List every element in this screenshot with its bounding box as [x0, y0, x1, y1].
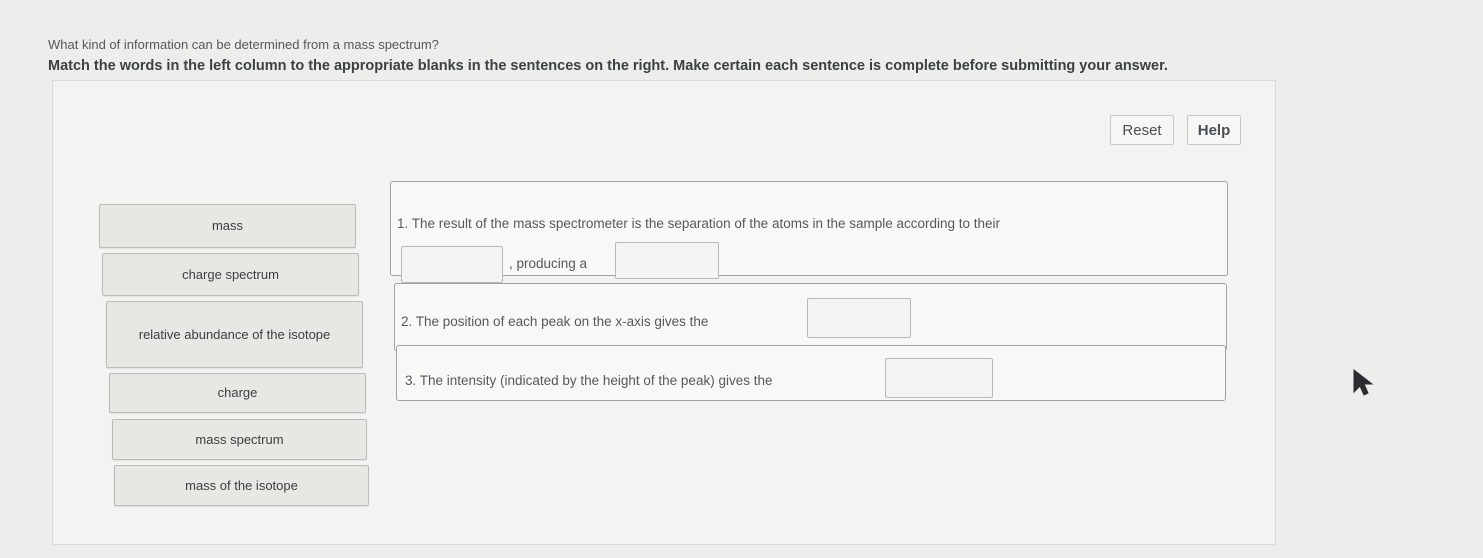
sentence-2-blank[interactable] — [807, 298, 911, 338]
sentence-1: 1. The result of the mass spectrometer i… — [390, 181, 1228, 283]
word-charge-spectrum[interactable]: charge spectrum — [102, 253, 359, 296]
help-button[interactable]: Help — [1187, 115, 1241, 145]
sentence-3-text: 3. The intensity (indicated by the heigh… — [405, 373, 773, 388]
question-text: What kind of information can be determin… — [48, 37, 439, 52]
word-mass[interactable]: mass — [99, 204, 356, 248]
sentence-2-text: 2. The position of each peak on the x-ax… — [401, 314, 709, 329]
sentence-3-blank[interactable] — [885, 358, 993, 398]
sentence-3: 3. The intensity (indicated by the heigh… — [396, 345, 1226, 401]
sentence-1-text-b: , producing a — [509, 256, 588, 271]
word-mass-of-isotope[interactable]: mass of the isotope — [114, 465, 369, 506]
instructions-text: Match the words in the left column to th… — [48, 58, 1168, 74]
word-charge[interactable]: charge — [109, 373, 366, 413]
reset-button[interactable]: Reset — [1110, 115, 1174, 145]
word-relative-abundance[interactable]: relative abundance of the isotope — [106, 301, 363, 368]
word-mass-spectrum[interactable]: mass spectrum — [112, 419, 367, 460]
mouse-pointer-icon — [1353, 368, 1374, 396]
sentence-2: 2. The position of each peak on the x-ax… — [394, 283, 1227, 351]
sentence-1-blank-1[interactable] — [401, 246, 503, 283]
sentence-1-text-a: 1. The result of the mass spectrometer i… — [397, 216, 1001, 231]
sentence-1-blank-2[interactable] — [615, 242, 719, 279]
